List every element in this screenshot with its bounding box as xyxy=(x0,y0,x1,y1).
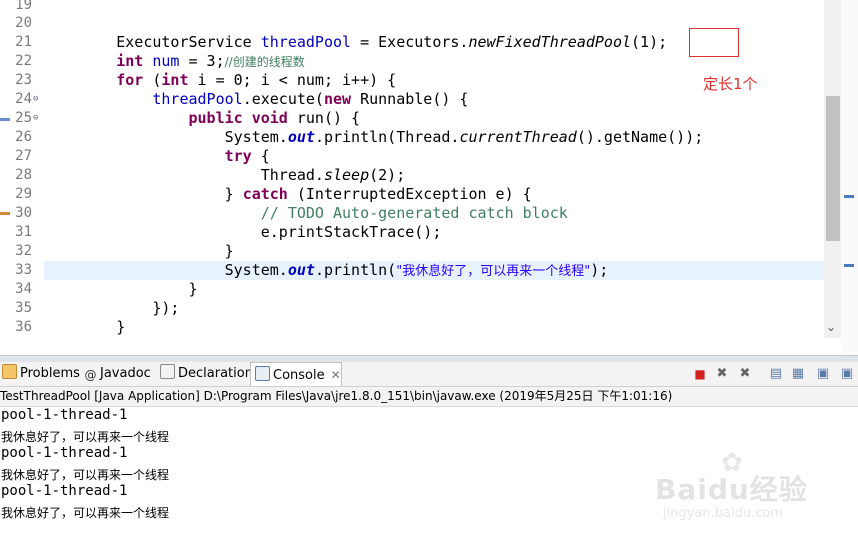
tab-label: Problems xyxy=(20,366,80,381)
code-line-current[interactable]: System.out.println("我休息好了，可以再来一个线程"); xyxy=(44,261,824,280)
declaration-icon xyxy=(160,364,175,379)
tab-javadoc[interactable]: @ Javadoc xyxy=(84,362,151,386)
remove-launch-icon[interactable]: ✖ xyxy=(714,366,730,382)
console-line: 我休息好了，可以再来一个线程 xyxy=(1,506,170,520)
line-number: 29 xyxy=(15,186,32,202)
close-tab-icon[interactable]: ✕ xyxy=(331,368,341,382)
console-line: 我休息好了，可以再来一个线程 xyxy=(1,468,170,482)
line-number: 35 xyxy=(15,300,32,316)
console-line: pool-1-thread-1 xyxy=(1,445,128,461)
line-number: 24 xyxy=(15,91,32,107)
annotation-label: 定长1个 xyxy=(703,75,758,93)
code-editor[interactable]: 19 20 21 22 23 24 25 26 27 28 29 30 31 3… xyxy=(0,0,858,355)
code-line[interactable]: e.printStackTrace(); xyxy=(44,223,824,242)
tab-label: Javadoc xyxy=(100,366,151,381)
annotation-box xyxy=(689,28,739,57)
line-number: 21 xyxy=(15,34,32,50)
terminate-icon[interactable]: ■ xyxy=(692,366,708,382)
line-number: 31 xyxy=(15,224,32,240)
views-tab-bar: Problems @ Javadoc Declaration Console ✕ ■… xyxy=(0,362,858,387)
code-line[interactable]: } xyxy=(44,318,824,337)
code-line[interactable]: } xyxy=(44,280,824,299)
code-line[interactable]: Thread.sleep(2); xyxy=(44,166,824,185)
tab-label: Declaration xyxy=(178,366,253,381)
watermark-url: jingyan.baidu.com xyxy=(663,506,783,521)
tab-console[interactable]: Console ✕ xyxy=(250,362,342,386)
task-marker-icon[interactable] xyxy=(0,212,10,215)
tab-declaration[interactable]: Declaration xyxy=(160,362,253,386)
code-line[interactable]: public void run() { xyxy=(44,109,824,128)
scroll-down-icon[interactable]: ⌄ xyxy=(826,320,836,334)
line-number: 28 xyxy=(15,167,32,183)
tab-label: Console xyxy=(273,368,325,383)
remove-all-icon[interactable]: ✖ xyxy=(737,366,753,382)
fold-collapse-icon[interactable]: ⊖ xyxy=(33,94,38,104)
line-number: 26 xyxy=(15,129,32,145)
line-number: 36 xyxy=(15,319,32,335)
code-line[interactable]: // TODO Auto-generated catch block xyxy=(44,204,824,223)
code-line[interactable]: } catch (InterruptedException e) { xyxy=(44,185,824,204)
line-number: 20 xyxy=(15,15,32,31)
code-line[interactable]: System.out.println(Thread.currentThread(… xyxy=(44,128,824,147)
line-number: 32 xyxy=(15,243,32,259)
line-number: 27 xyxy=(15,148,32,164)
line-number: 22 xyxy=(15,53,32,69)
overview-ruler[interactable] xyxy=(841,0,858,355)
scroll-lock-icon[interactable]: ▤ xyxy=(768,366,784,382)
problems-icon xyxy=(2,364,17,379)
line-number: 25 xyxy=(15,110,32,126)
tab-problems[interactable]: Problems xyxy=(2,362,80,386)
console-line: 我休息好了，可以再来一个线程 xyxy=(1,430,170,444)
code-line[interactable]: try { xyxy=(44,147,824,166)
code-line[interactable]: } xyxy=(44,242,824,261)
ruler-marker[interactable] xyxy=(844,195,854,198)
line-number: 30 xyxy=(15,205,32,221)
code-line[interactable]: }); xyxy=(44,299,824,318)
pane-separator[interactable] xyxy=(0,355,858,362)
javadoc-icon: @ xyxy=(84,368,97,382)
watermark-text: Baidu经验 xyxy=(655,473,808,506)
watermark: ✿ Baidu经验 jingyan.baidu.com xyxy=(655,448,815,528)
line-number: 19 xyxy=(15,0,32,13)
console-line: pool-1-thread-1 xyxy=(1,407,128,423)
console-icon xyxy=(255,366,270,381)
ruler-marker[interactable] xyxy=(844,264,854,267)
launch-info: TestThreadPool [Java Application] D:\Pro… xyxy=(0,387,858,407)
line-number: 23 xyxy=(15,72,32,88)
pin-console-icon[interactable]: ▦ xyxy=(790,366,806,382)
open-console-icon[interactable]: ▣ xyxy=(839,366,855,382)
display-console-icon[interactable]: ▣ xyxy=(815,366,831,382)
scrollbar-thumb[interactable] xyxy=(826,96,840,241)
line-number: 34 xyxy=(15,281,32,297)
console-line: pool-1-thread-1 xyxy=(1,483,128,499)
override-marker-icon[interactable] xyxy=(0,118,10,121)
line-number: 33 xyxy=(15,262,32,278)
fold-collapse-icon[interactable]: ⊖ xyxy=(33,113,38,123)
